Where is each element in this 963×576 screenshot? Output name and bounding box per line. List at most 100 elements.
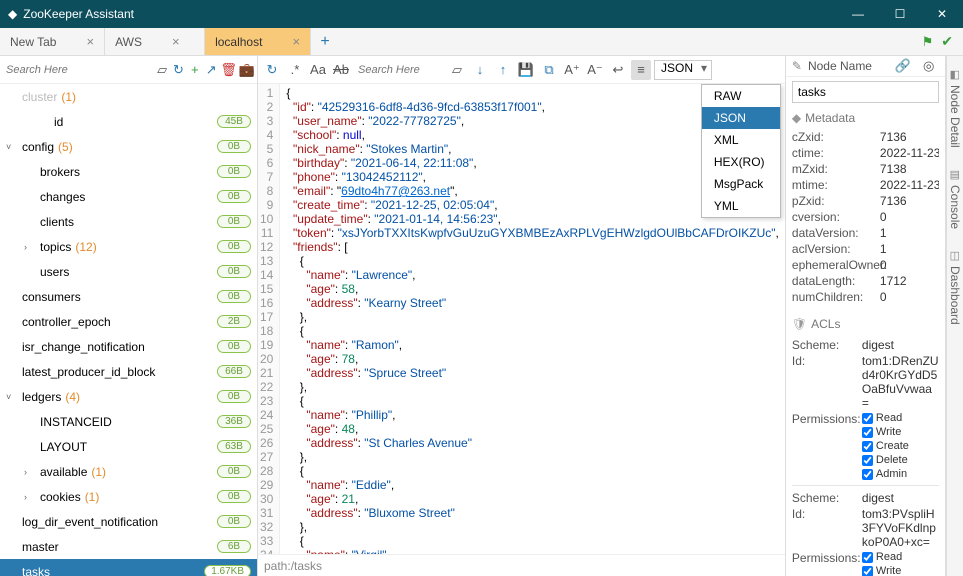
format-option-hex[interactable]: HEX(RO) — [702, 151, 780, 173]
add-tab-button[interactable]: + — [311, 28, 339, 55]
flag-icon[interactable]: ⚑ — [922, 34, 934, 50]
perm-checkbox[interactable]: Write — [862, 426, 901, 438]
tree-item[interactable]: cluster (1) — [0, 84, 257, 109]
perm-checkbox[interactable]: Read — [862, 412, 902, 424]
tree-item[interactable]: tasks1.67KB — [0, 559, 257, 576]
perm-checkbox[interactable]: Admin — [862, 468, 907, 480]
size-badge: 0B — [217, 215, 251, 228]
rail-dashboard[interactable]: ◫Dashboard — [948, 243, 962, 331]
window-title: ZooKeeper Assistant — [23, 7, 837, 21]
pencil-icon[interactable]: ✎ — [792, 59, 802, 73]
maximize-button[interactable]: ☐ — [879, 0, 921, 28]
tree-item[interactable]: isr_change_notification0B — [0, 334, 257, 359]
refresh-icon[interactable]: ↻ — [262, 60, 282, 80]
meta-row: mtime:2022-11-23 07:27:43 +08:00 — [792, 177, 939, 193]
tree-item[interactable]: ›cookies (1)0B — [0, 484, 257, 509]
node-name-label: Node Name — [808, 59, 887, 73]
meta-row: dataVersion:1 — [792, 225, 939, 241]
tree-item[interactable]: controller_epoch2B — [0, 309, 257, 334]
size-badge: 66B — [217, 365, 251, 378]
perm-checkbox[interactable]: Create — [862, 440, 909, 452]
target-icon[interactable]: ◎ — [919, 56, 939, 76]
node-tree[interactable]: cluster (1)id45B˅config (5)0Bbrokers0Bch… — [0, 84, 257, 576]
editor-search-input[interactable] — [354, 60, 444, 80]
case-icon[interactable]: Aa — [308, 60, 328, 80]
tree-item[interactable]: clients0B — [0, 209, 257, 234]
tree-item[interactable]: ˅config (5)0B — [0, 134, 257, 159]
tree-item[interactable]: INSTANCEID36B — [0, 409, 257, 434]
center-panel: ↻ .* Aa Ab ▱ ↓ ↑ 💾 ⧉ A⁺ A⁻ ↩ ≡ JSON RAW … — [258, 56, 786, 576]
meta-row: pZxid:7136 — [792, 193, 939, 209]
size-badge: 0B — [217, 515, 251, 528]
right-rail: ◧Node Detail ▤Console ◫Dashboard — [946, 56, 963, 576]
tree-item[interactable]: id45B — [0, 109, 257, 134]
format-option-raw[interactable]: RAW — [702, 85, 780, 107]
dashboard-icon: ◫ — [950, 249, 960, 262]
font-dec-icon[interactable]: A⁻ — [585, 60, 605, 80]
close-icon[interactable]: × — [86, 34, 94, 49]
tab-localhost[interactable]: localhost× — [205, 28, 311, 55]
link-icon[interactable]: 🔗 — [893, 56, 913, 76]
format-select[interactable]: JSON — [654, 60, 712, 80]
word-icon[interactable]: Ab — [331, 60, 351, 80]
arrow-down-icon[interactable]: ↓ — [470, 60, 490, 80]
tree-item[interactable]: latest_producer_id_block66B — [0, 359, 257, 384]
format-icon[interactable]: ≡ — [631, 60, 651, 80]
left-toolbar: ▱ ↻ + ↗ 🗑 💼 — [0, 56, 257, 84]
close-icon[interactable]: × — [292, 34, 300, 49]
tree-item[interactable]: ›available (1)0B — [0, 459, 257, 484]
format-option-msgpack[interactable]: MsgPack — [702, 173, 780, 195]
rail-console[interactable]: ▤Console — [948, 162, 962, 235]
tree-search-input[interactable] — [2, 60, 153, 80]
tree-item[interactable]: consumers0B — [0, 284, 257, 309]
left-panel: ▱ ↻ + ↗ 🗑 💼 cluster (1)id45B˅config (5)0… — [0, 56, 258, 576]
tree-item[interactable]: users0B — [0, 259, 257, 284]
size-badge: 0B — [217, 465, 251, 478]
size-badge: 0B — [217, 190, 251, 203]
rail-node-detail[interactable]: ◧Node Detail — [948, 62, 962, 154]
shield-icon: 🛡 — [792, 317, 807, 331]
tab-bar: New Tab× AWS× localhost× + ⚑ ✔ — [0, 28, 963, 56]
briefcase-icon[interactable]: 💼 — [239, 60, 255, 80]
size-badge: 2B — [217, 315, 251, 328]
minimize-button[interactable]: — — [837, 0, 879, 28]
save-icon[interactable]: 💾 — [516, 60, 536, 80]
size-badge: 0B — [217, 490, 251, 503]
filter-icon[interactable]: ▱ — [155, 60, 169, 80]
perm-checkbox[interactable]: Read — [862, 551, 902, 563]
tree-item[interactable]: LAYOUT63B — [0, 434, 257, 459]
tab-new[interactable]: New Tab× — [0, 28, 105, 55]
perm-checkbox[interactable]: Delete — [862, 454, 908, 466]
format-option-yml[interactable]: YML — [702, 195, 780, 217]
tree-item[interactable]: changes0B — [0, 184, 257, 209]
tree-item[interactable]: ›topics (12)0B — [0, 234, 257, 259]
tab-aws[interactable]: AWS× — [105, 28, 205, 55]
font-inc-icon[interactable]: A⁺ — [562, 60, 582, 80]
arrow-up-icon[interactable]: ↑ — [493, 60, 513, 80]
format-option-xml[interactable]: XML — [702, 129, 780, 151]
close-button[interactable]: ✕ — [921, 0, 963, 28]
delete-icon[interactable]: 🗑 — [220, 60, 237, 80]
tree-item[interactable]: log_dir_event_notification0B — [0, 509, 257, 534]
regex-icon[interactable]: .* — [285, 60, 305, 80]
path-value: /tasks — [291, 559, 322, 573]
app-icon: ◆ — [8, 7, 17, 21]
check-icon[interactable]: ✔ — [941, 33, 953, 50]
perm-checkbox[interactable]: Write — [862, 565, 901, 576]
filter2-icon[interactable]: ▱ — [447, 60, 467, 80]
copy-icon[interactable]: ⧉ — [539, 60, 559, 80]
refresh-icon[interactable]: ↻ — [171, 60, 185, 80]
format-option-json[interactable]: JSON — [702, 107, 780, 129]
size-badge: 0B — [217, 340, 251, 353]
editor-toolbar: ↻ .* Aa Ab ▱ ↓ ↑ 💾 ⧉ A⁺ A⁻ ↩ ≡ JSON — [258, 56, 785, 84]
node-name-input[interactable] — [792, 81, 939, 103]
edit-icon[interactable]: ↗ — [204, 60, 218, 80]
console-icon: ▤ — [950, 168, 960, 181]
size-badge: 63B — [217, 440, 251, 453]
tree-item[interactable]: master6B — [0, 534, 257, 559]
add-icon[interactable]: + — [188, 60, 202, 80]
wrap-icon[interactable]: ↩ — [608, 60, 628, 80]
tree-item[interactable]: brokers0B — [0, 159, 257, 184]
close-icon[interactable]: × — [172, 34, 180, 49]
tree-item[interactable]: ˅ledgers (4)0B — [0, 384, 257, 409]
